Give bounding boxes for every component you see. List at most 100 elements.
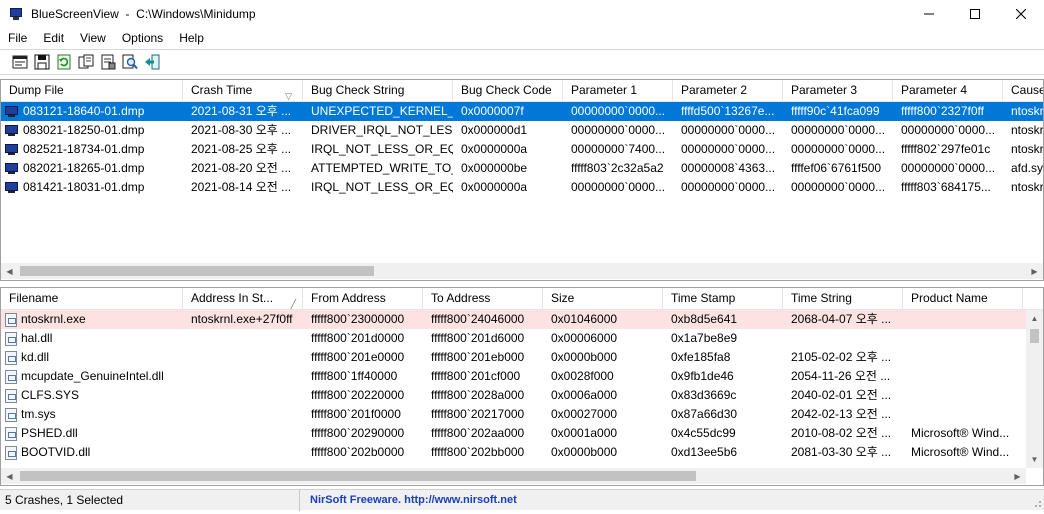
cell-to-address: fffff800`201eb000 (431, 350, 525, 364)
find-button[interactable] (120, 53, 139, 72)
column-header-time-stamp[interactable]: Time Stamp (663, 288, 783, 310)
sort-descending-icon: ▽ (285, 91, 292, 101)
driver-row[interactable]: CLFS.SYS fffff800`20220000 fffff800`2028a0… (1, 386, 1043, 405)
driver-file-icon (5, 369, 17, 384)
crash-row[interactable]: 081421-18031-01.dmp 2021-08-14 오전 ... IRQL… (1, 178, 1043, 197)
html-report-icon (12, 55, 27, 69)
scroll-track[interactable] (18, 263, 1026, 279)
cell-time-string (783, 329, 903, 348)
scroll-right-icon[interactable]: ▶ (1026, 263, 1043, 279)
maximize-button[interactable] (952, 0, 998, 28)
dump-file-icon (5, 105, 19, 118)
cell-caused-by: ntoskrn (1011, 142, 1043, 156)
refresh-button[interactable] (54, 53, 73, 72)
cell-product-name (903, 386, 1023, 405)
column-header-parameter-2[interactable]: Parameter 2 (673, 80, 783, 102)
scroll-down-icon[interactable]: ▼ (1026, 451, 1043, 468)
scroll-left-icon[interactable]: ◀ (1, 468, 18, 484)
copy-button[interactable] (76, 53, 95, 72)
menu-bar: File Edit View Options Help (0, 28, 1044, 48)
cell-parameter-3: 00000000`0000... (791, 180, 886, 194)
cell-address-in-stack: ntoskrnl.exe+27f0ff (191, 312, 293, 326)
cell-parameter-2: 00000008`4363... (681, 161, 776, 175)
column-header-size[interactable]: Size (543, 288, 663, 310)
driver-row[interactable]: mcupdate_GenuineIntel.dll fffff800`1ff400… (1, 367, 1043, 386)
scroll-thumb[interactable] (20, 471, 696, 481)
html-report-button[interactable] (10, 53, 29, 72)
cell-time-string: 2068-04-07 오후 ... (791, 312, 892, 326)
dump-file-icon (5, 162, 19, 175)
scroll-thumb[interactable] (20, 266, 374, 276)
crash-row[interactable]: 082021-18265-01.dmp 2021-08-20 오전 ... ATTE… (1, 159, 1043, 178)
cell-parameter-3: 00000000`0000... (791, 142, 886, 156)
cell-size: 0x0000b000 (551, 350, 618, 364)
cell-product-name (903, 310, 1023, 329)
column-header-parameter-1[interactable]: Parameter 1 (563, 80, 673, 102)
column-header-bug-check-code[interactable]: Bug Check Code (453, 80, 563, 102)
cell-filename: CLFS.SYS (1, 386, 183, 405)
nirsoft-link[interactable]: NirSoft Freeware. http://www.nirsoft.net (300, 494, 517, 506)
cell-from-address: fffff800`1ff40000 (311, 369, 398, 383)
cell-address-in-stack (183, 386, 303, 405)
cell-address-in-stack (183, 443, 303, 460)
cell-product-name (903, 367, 1023, 386)
column-header-address-in-stack[interactable]: Address In St... ╱ (183, 288, 303, 310)
driver-row[interactable]: PSHED.dll fffff800`20290000 fffff800`202aa… (1, 424, 1043, 443)
column-header-time-string[interactable]: Time String (783, 288, 903, 310)
column-header-crash-time[interactable]: Crash Time ▽ (183, 80, 303, 102)
cell-bug-check-string: DRIVER_IRQL_NOT_LES... (311, 123, 453, 137)
menu-view[interactable]: View (72, 28, 114, 48)
menu-help[interactable]: Help (171, 28, 212, 48)
save-button[interactable] (32, 53, 51, 72)
driver-row[interactable]: hal.dll fffff800`201d0000 fffff800`201d600… (1, 329, 1043, 348)
close-button[interactable] (998, 0, 1044, 28)
column-header-parameter-4[interactable]: Parameter 4 (893, 80, 1003, 102)
minimize-button[interactable] (906, 0, 952, 28)
cell-parameter-1: 00000000`0000... (571, 104, 666, 118)
driver-row[interactable]: ntoskrnl.exe ntoskrnl.exe+27f0ff fffff800`… (1, 310, 1043, 329)
cell-product-name: Microsoft® Wind... (911, 426, 1010, 440)
driver-row[interactable]: kd.dll fffff800`201e0000 fffff800`201eb000… (1, 348, 1043, 367)
crash-row[interactable]: 082521-18734-01.dmp 2021-08-25 오후 ... IRQL… (1, 140, 1043, 159)
crash-list[interactable]: Dump File Crash Time ▽ Bug Check String B… (0, 79, 1044, 281)
driver-list-vscrollbar[interactable]: ▲ ▼ (1026, 310, 1043, 468)
scroll-track[interactable] (1026, 327, 1043, 451)
crash-row[interactable]: 083021-18250-01.dmp 2021-08-30 오후 ... DRIV… (1, 121, 1043, 140)
menu-options[interactable]: Options (114, 28, 171, 48)
cell-parameter-4: fffff800`2327f0ff (901, 104, 984, 118)
column-header-caused-by[interactable]: Caused (1003, 80, 1043, 102)
cell-time-stamp: 0x4c55dc99 (671, 426, 736, 440)
cell-filename: hal.dll (1, 329, 183, 348)
column-header-filename[interactable]: Filename (1, 288, 183, 310)
column-header-dump-file[interactable]: Dump File (1, 80, 183, 102)
exit-button[interactable] (142, 53, 161, 72)
driver-list-hscrollbar[interactable]: ◀ ▶ (1, 468, 1026, 484)
cell-product-name (903, 329, 1023, 348)
column-header-from-address[interactable]: From Address (303, 288, 423, 310)
driver-row[interactable]: tm.sys fffff800`201f0000 fffff800`20217000… (1, 405, 1043, 424)
scroll-up-icon[interactable]: ▲ (1026, 310, 1043, 327)
cell-caused-by: ntoskrn (1011, 104, 1043, 118)
menu-edit[interactable]: Edit (35, 28, 72, 48)
column-header-bug-check-string[interactable]: Bug Check String (303, 80, 453, 102)
driver-row[interactable]: BOOTVID.dll fffff800`202b0000 fffff800`202… (1, 443, 1043, 460)
driver-list[interactable]: Filename Address In St... ╱ From Address … (0, 287, 1044, 486)
cell-from-address: fffff800`23000000 (311, 312, 405, 326)
scroll-track[interactable] (18, 468, 1009, 484)
scroll-right-icon[interactable]: ▶ (1009, 468, 1026, 484)
title-bar: BlueScreenView - C:\Windows\Minidump (0, 0, 1044, 28)
properties-button[interactable] (98, 53, 117, 72)
column-header-product-name[interactable]: Product Name (903, 288, 1023, 310)
cell-filename: tm.sys (1, 405, 183, 424)
cell-crash-time: 2021-08-31 오후 ... (191, 104, 292, 118)
cell-dump-file: 082021-18265-01.dmp (1, 159, 183, 178)
crash-row[interactable]: 083121-18640-01.dmp 2021-08-31 오후 ... UNEX… (1, 102, 1043, 121)
column-header-to-address[interactable]: To Address (423, 288, 543, 310)
scroll-left-icon[interactable]: ◀ (1, 263, 18, 279)
exit-icon (144, 54, 159, 70)
column-header-parameter-3[interactable]: Parameter 3 (783, 80, 893, 102)
scroll-thumb[interactable] (1030, 329, 1039, 343)
menu-file[interactable]: File (0, 28, 35, 48)
resize-grip-icon[interactable] (1032, 498, 1042, 508)
crash-list-hscrollbar[interactable]: ◀ ▶ (1, 263, 1043, 279)
